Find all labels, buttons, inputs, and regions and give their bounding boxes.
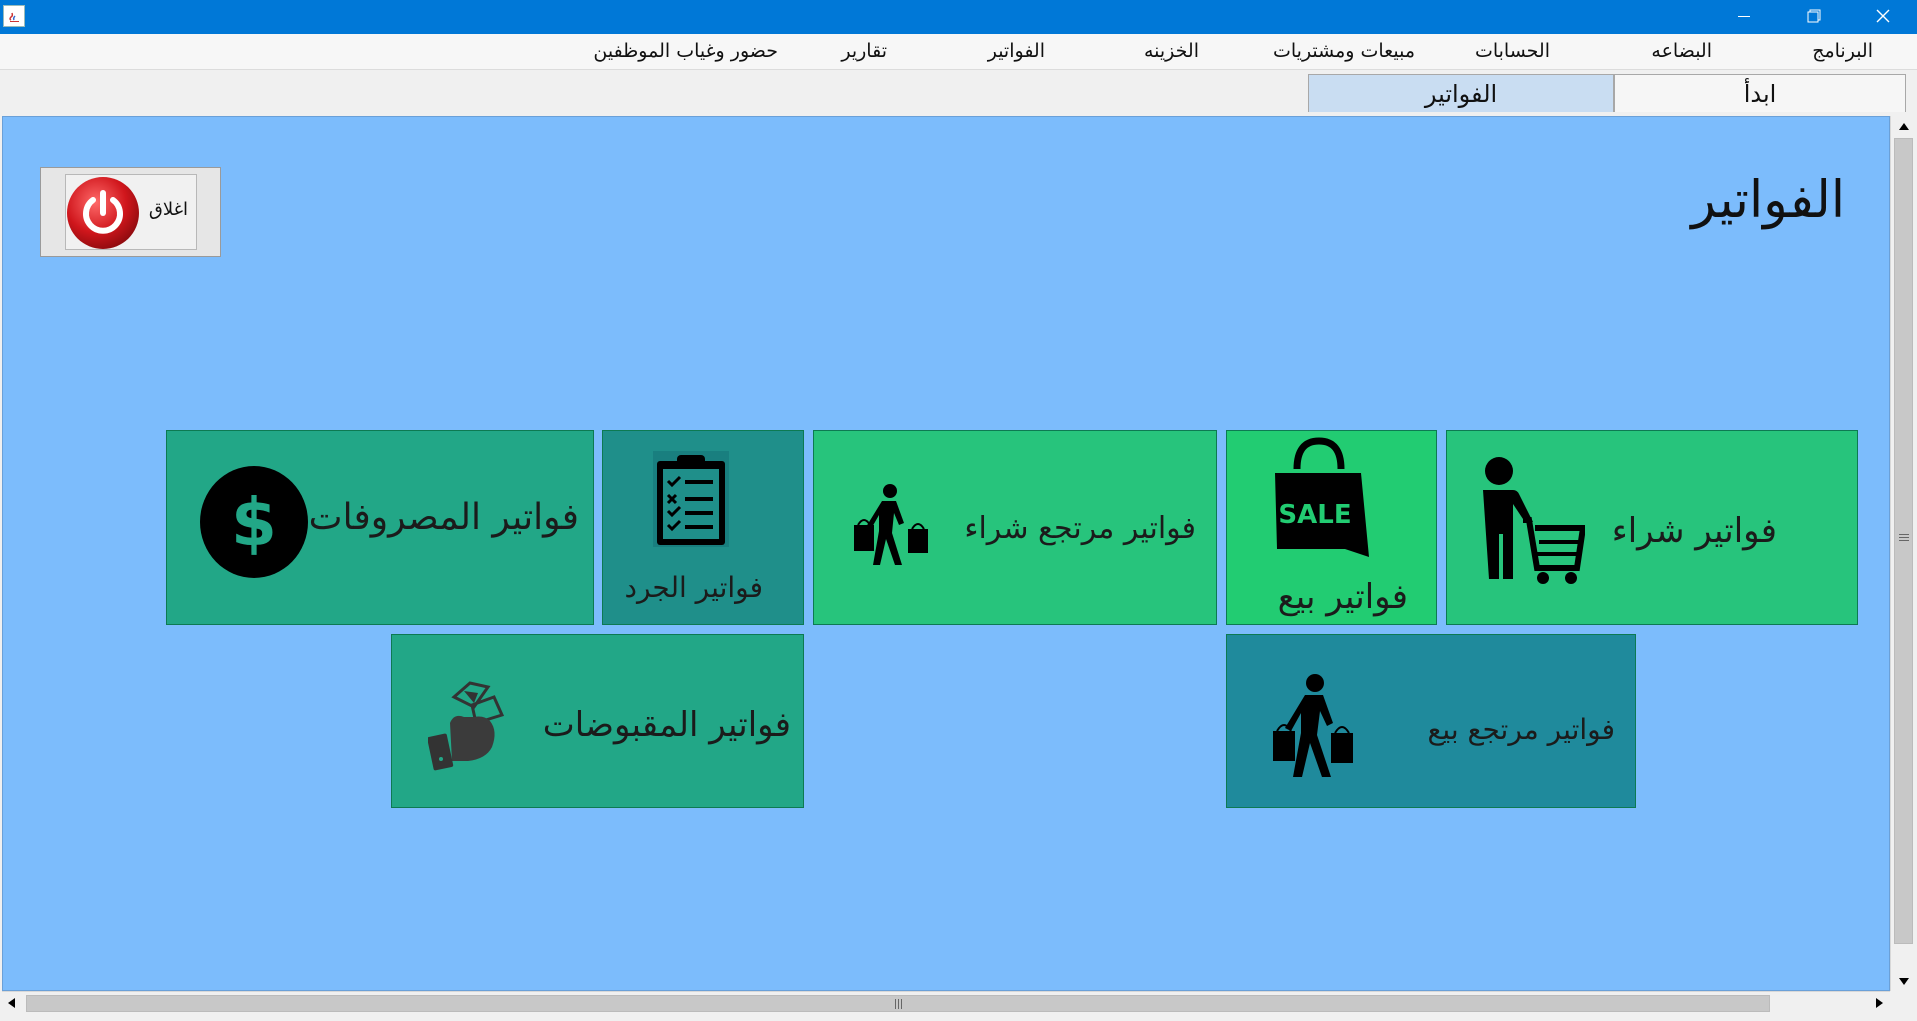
receipts-invoices-tile[interactable]: فواتير المقبوضات (391, 634, 804, 808)
scroll-right-icon[interactable] (1876, 998, 1883, 1008)
scrollbar-corner (1890, 991, 1917, 1015)
scroll-left-icon[interactable] (8, 998, 15, 1008)
restore-button[interactable] (1778, 0, 1848, 34)
menu-item-accounts[interactable]: الحسابات (1475, 34, 1550, 69)
menu-item-treasury[interactable]: الخزينه (1144, 34, 1199, 69)
close-button-label: اغلاق (148, 199, 188, 220)
hand-money-icon (427, 679, 508, 775)
tab-start-label: ابدأ (1743, 79, 1777, 108)
menu-item-sales-purchases[interactable]: مبيعات ومشتريات (1273, 34, 1415, 69)
menu-item-attendance[interactable]: حضور وغياب الموظفين (593, 34, 778, 69)
vertical-scroll-thumb[interactable] (1894, 138, 1913, 944)
inventory-invoices-label: فواتير الجرد (624, 571, 763, 604)
receipts-invoices-label: فواتير المقبوضات (542, 705, 791, 745)
sale-badge-text: SALE (1278, 500, 1351, 530)
purchase-return-invoices-label: فواتير مرتجع شراء (964, 511, 1196, 546)
sale-bag-icon: SALE (1263, 437, 1373, 565)
svg-text:$: $ (231, 484, 277, 561)
menu-item-invoices[interactable]: الفواتير (988, 34, 1045, 69)
power-icon (66, 176, 140, 254)
page-title: الفواتير (1691, 171, 1845, 230)
purchase-invoices-tile[interactable]: فواتير شراء (1446, 430, 1858, 625)
dollar-coin-icon: $ (199, 465, 309, 583)
invoices-panel: الفواتير اغلاق فواتير شراء SALE فواتير ب… (2, 116, 1890, 991)
tab-invoices-label: الفواتير (1424, 79, 1498, 108)
minimize-button[interactable] (1708, 0, 1778, 34)
inventory-invoices-tile[interactable]: فواتير الجرد (602, 430, 804, 625)
clipboard-checklist-icon (653, 451, 729, 551)
tab-start[interactable]: ابدأ (1614, 74, 1906, 112)
horizontal-scrollbar[interactable] (2, 991, 1890, 1015)
sales-invoices-tile[interactable]: SALE فواتير بيع (1226, 430, 1437, 625)
sales-return-invoices-label: فواتير مرتجع بيع (1427, 713, 1615, 746)
close-button-frame: اغلاق (40, 167, 221, 257)
tab-strip: ابدأ الفواتير (0, 70, 1917, 116)
close-window-button[interactable] (1848, 0, 1917, 34)
purchase-invoices-label: فواتير شراء (1611, 511, 1777, 551)
vertical-scrollbar[interactable] (1890, 116, 1917, 991)
shopper-walking-icon (848, 483, 932, 573)
shopping-cart-person-icon (1465, 456, 1587, 590)
horizontal-scroll-thumb[interactable] (26, 995, 1770, 1012)
menu-item-reports[interactable]: تقارير (841, 34, 887, 69)
menu-bar: البرنامج البضاعه الحسابات مبيعات ومشتريا… (0, 34, 1917, 70)
expenses-invoices-label: فواتير المصروفات (308, 497, 579, 538)
sales-invoices-label: فواتير بيع (1277, 577, 1408, 617)
menu-item-program[interactable]: البرنامج (1812, 34, 1873, 69)
expenses-invoices-tile[interactable]: $ فواتير المصروفات (166, 430, 594, 625)
title-bar (0, 0, 1917, 34)
close-button[interactable]: اغلاق (65, 174, 197, 250)
scroll-down-icon[interactable] (1899, 978, 1909, 985)
java-app-icon (3, 5, 25, 27)
scroll-up-icon[interactable] (1899, 123, 1909, 130)
sales-return-invoices-tile[interactable]: فواتير مرتجع بيع (1226, 634, 1636, 808)
purchase-return-invoices-tile[interactable]: فواتير مرتجع شراء (813, 430, 1217, 625)
tab-invoices[interactable]: الفواتير (1308, 74, 1614, 112)
menu-item-goods[interactable]: البضاعه (1651, 34, 1712, 69)
shopper-walking-icon (1271, 673, 1355, 785)
